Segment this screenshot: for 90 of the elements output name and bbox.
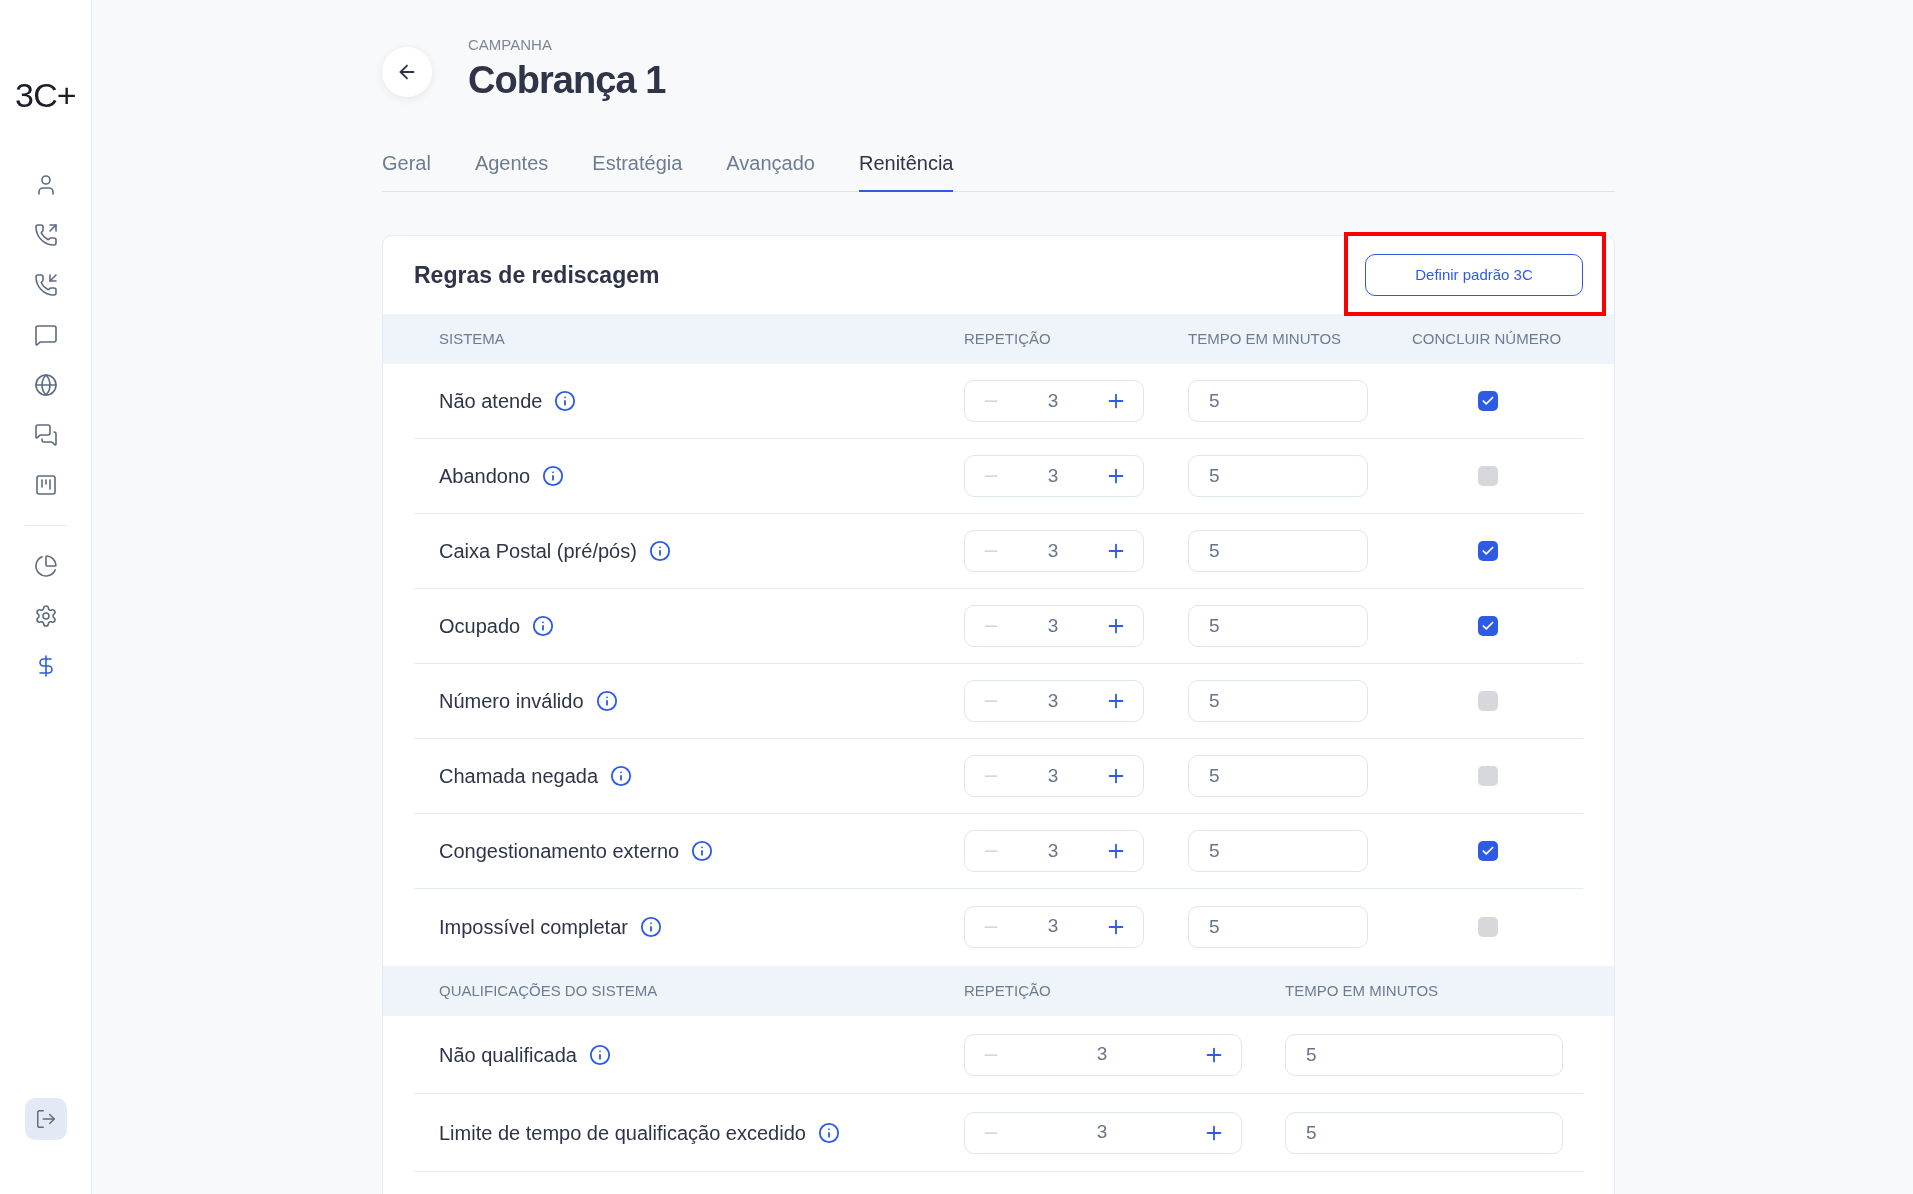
tab[interactable]: Renitência — [858, 148, 954, 192]
back-button[interactable] — [382, 47, 432, 97]
pie-chart-icon[interactable] — [33, 554, 58, 578]
repetition-value: 3 — [1047, 838, 1059, 863]
page-title: Cobrança 1 — [468, 57, 666, 103]
repetition-value: 3 — [1047, 538, 1059, 563]
rule-name: Chamada negada — [439, 764, 598, 789]
rule-name: Abandono — [439, 464, 531, 489]
repetition-value: 3 — [1047, 388, 1059, 413]
column-header: TEMPO EM MINUTOS — [1188, 328, 1343, 349]
info-icon[interactable] — [817, 1121, 840, 1144]
column-header: SISTEMA — [439, 328, 506, 349]
chat-bubbles-icon[interactable] — [33, 423, 58, 447]
logout-button[interactable] — [24, 1098, 67, 1140]
info-icon[interactable] — [595, 690, 618, 712]
check-icon — [1481, 844, 1495, 858]
repetition-value: 3 — [1047, 914, 1059, 939]
repetition-stepper[interactable]: 3 — [964, 755, 1144, 797]
phone-outgoing-icon[interactable] — [33, 223, 58, 247]
checkbox[interactable] — [1478, 916, 1498, 937]
tab[interactable]: Agentes — [474, 148, 549, 192]
repetition-stepper[interactable]: 3 — [964, 380, 1144, 422]
rule-name: Impossível completar — [439, 914, 628, 940]
default-settings-button[interactable]: Definir padrão 3C — [1365, 254, 1583, 296]
chat-bubble-icon[interactable] — [33, 323, 58, 347]
repetition-stepper[interactable]: 3 — [964, 905, 1144, 948]
repetition-stepper[interactable]: 3 — [964, 830, 1144, 872]
repetition-value: 3 — [1047, 463, 1059, 488]
info-icon[interactable] — [542, 465, 565, 487]
info-icon[interactable] — [639, 915, 662, 938]
repetition-stepper[interactable]: 3 — [964, 1033, 1242, 1076]
rule-name: Não qualificada — [439, 1042, 577, 1068]
repetition-value: 3 — [1047, 763, 1059, 788]
checkbox[interactable] — [1478, 616, 1498, 636]
column-header: QUALIFICAÇÕES DO SISTEMA — [439, 980, 659, 1001]
minutes-input[interactable]: 5 — [1188, 905, 1368, 948]
check-icon — [1481, 544, 1495, 558]
rule-name: Caixa Postal (pré/pós) — [439, 539, 637, 564]
rule-name: Limite de tempo de qualificação excedido — [439, 1120, 806, 1146]
checkbox[interactable] — [1478, 841, 1498, 861]
minutes-input[interactable]: 5 — [1188, 530, 1368, 572]
rule-name: Ocupado — [439, 614, 521, 639]
checkbox[interactable] — [1478, 766, 1498, 786]
globe-icon[interactable] — [33, 373, 58, 397]
logo: 3C+ — [15, 75, 76, 116]
minutes-input[interactable]: 5 — [1188, 380, 1368, 422]
column-header: REPETIÇÃO — [964, 980, 1052, 1001]
info-icon[interactable] — [588, 1043, 611, 1066]
checkbox[interactable] — [1478, 466, 1498, 486]
logout-icon[interactable] — [34, 1108, 57, 1130]
card-title: Regras de rediscagem — [414, 260, 660, 290]
info-icon[interactable] — [532, 615, 555, 637]
eyebrow-label: CAMPANHA — [468, 35, 553, 55]
repetition-value: 3 — [1047, 688, 1059, 713]
minutes-input[interactable]: 5 — [1188, 605, 1368, 647]
board-icon[interactable] — [33, 473, 58, 497]
check-icon — [1481, 619, 1495, 633]
minutes-input[interactable]: 5 — [1188, 830, 1368, 872]
checkbox[interactable] — [1478, 691, 1498, 711]
tab[interactable]: Geral — [382, 148, 431, 192]
column-header: REPETIÇÃO — [964, 328, 1052, 349]
repetition-stepper[interactable]: 3 — [964, 605, 1144, 647]
repetition-stepper[interactable]: 3 — [964, 680, 1144, 722]
column-header: TEMPO EM MINUTOS — [1285, 980, 1440, 1001]
checkbox[interactable] — [1478, 541, 1498, 561]
repetition-value: 3 — [1047, 613, 1059, 638]
rule-name: Número inválido — [439, 689, 584, 714]
checkbox[interactable] — [1478, 391, 1498, 411]
info-icon[interactable] — [610, 765, 632, 787]
tab[interactable]: Avançado — [726, 148, 815, 192]
minutes-input[interactable]: 5 — [1188, 680, 1368, 722]
tab[interactable]: Estratégia — [592, 148, 683, 192]
check-icon — [1481, 394, 1495, 408]
repetition-stepper[interactable]: 3 — [964, 530, 1144, 572]
phone-incoming-icon[interactable] — [33, 273, 58, 297]
minutes-input[interactable]: 5 — [1285, 1033, 1563, 1076]
repetition-stepper[interactable]: 3 — [964, 455, 1144, 497]
repetition-stepper[interactable]: 3 — [964, 1111, 1242, 1154]
column-header: CONCLUIR NÚMERO — [1412, 328, 1563, 349]
info-icon[interactable] — [554, 390, 577, 412]
settings-icon[interactable] — [33, 604, 58, 628]
minutes-input[interactable]: 5 — [1188, 455, 1368, 497]
repetition-value: 3 — [1096, 1042, 1108, 1067]
info-icon[interactable] — [691, 840, 714, 862]
repetition-value: 3 — [1096, 1120, 1108, 1145]
minutes-input[interactable]: 5 — [1188, 755, 1368, 797]
info-icon[interactable] — [648, 540, 671, 562]
rule-name: Não atende — [439, 389, 543, 414]
rule-name: Congestionamento externo — [439, 839, 680, 864]
minutes-input[interactable]: 5 — [1285, 1111, 1563, 1154]
